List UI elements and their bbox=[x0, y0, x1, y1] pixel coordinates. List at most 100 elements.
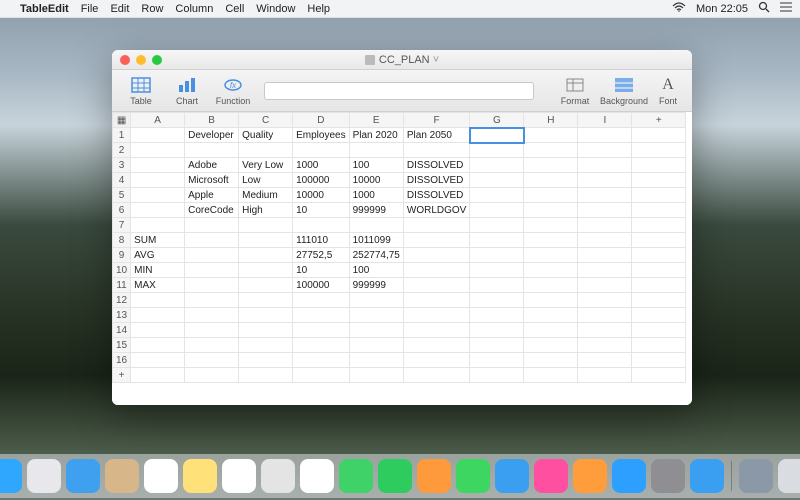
cell-C1[interactable]: Quality bbox=[239, 128, 293, 143]
cell-F15[interactable] bbox=[403, 338, 469, 353]
dock-downloads[interactable] bbox=[739, 459, 773, 493]
row-header-15[interactable]: 15 bbox=[113, 338, 131, 353]
cell-I16[interactable] bbox=[578, 353, 632, 368]
cell-D3[interactable]: 1000 bbox=[293, 158, 349, 173]
col-header-G[interactable]: G bbox=[470, 113, 524, 128]
cell-D8[interactable]: 111010 bbox=[293, 233, 349, 248]
cell-G16[interactable] bbox=[470, 353, 524, 368]
cell-H10[interactable] bbox=[524, 263, 578, 278]
cell-extra[interactable] bbox=[632, 173, 686, 188]
cell-E4[interactable]: 10000 bbox=[349, 173, 403, 188]
row-header-14[interactable]: 14 bbox=[113, 323, 131, 338]
cell-G5[interactable] bbox=[470, 188, 524, 203]
cell-C12[interactable] bbox=[239, 293, 293, 308]
cell-E10[interactable]: 100 bbox=[349, 263, 403, 278]
dock-reminders[interactable] bbox=[222, 459, 256, 493]
cell-H7[interactable] bbox=[524, 218, 578, 233]
cell-A3[interactable] bbox=[131, 158, 185, 173]
dock-contacts[interactable] bbox=[105, 459, 139, 493]
cell-B4[interactable]: Microsoft bbox=[185, 173, 239, 188]
cell-E12[interactable] bbox=[349, 293, 403, 308]
menu-edit[interactable]: Edit bbox=[110, 3, 129, 15]
cell-A16[interactable] bbox=[131, 353, 185, 368]
row-header-11[interactable]: 11 bbox=[113, 278, 131, 293]
dock-keynote[interactable] bbox=[495, 459, 529, 493]
cell-G13[interactable] bbox=[470, 308, 524, 323]
cell-E16[interactable] bbox=[349, 353, 403, 368]
cell-G14[interactable] bbox=[470, 323, 524, 338]
cell-B14[interactable] bbox=[185, 323, 239, 338]
cell-B7[interactable] bbox=[185, 218, 239, 233]
cell-E2[interactable] bbox=[349, 143, 403, 158]
cell-G4[interactable] bbox=[470, 173, 524, 188]
cell-G6[interactable] bbox=[470, 203, 524, 218]
dock-notes[interactable] bbox=[183, 459, 217, 493]
cell-extra[interactable] bbox=[632, 263, 686, 278]
dock-appstore[interactable] bbox=[612, 459, 646, 493]
cell-I13[interactable] bbox=[578, 308, 632, 323]
dock-photos[interactable] bbox=[300, 459, 334, 493]
row-header-1[interactable]: 1 bbox=[113, 128, 131, 143]
spreadsheet-area[interactable]: ▦ABCDEFGHI+1DeveloperQualityEmployeesPla… bbox=[112, 112, 692, 405]
cell-G9[interactable] bbox=[470, 248, 524, 263]
dock-ibooks[interactable] bbox=[573, 459, 607, 493]
cell-extra[interactable] bbox=[632, 293, 686, 308]
cell-C7[interactable] bbox=[239, 218, 293, 233]
cell-E5[interactable]: 1000 bbox=[349, 188, 403, 203]
dock-numbers[interactable] bbox=[456, 459, 490, 493]
cell-I3[interactable] bbox=[578, 158, 632, 173]
cell-extra[interactable] bbox=[632, 233, 686, 248]
dock-trash[interactable] bbox=[778, 459, 800, 493]
cell-F11[interactable] bbox=[403, 278, 469, 293]
cell-A7[interactable] bbox=[131, 218, 185, 233]
cell-C9[interactable] bbox=[239, 248, 293, 263]
cell-G3[interactable] bbox=[470, 158, 524, 173]
cell-H14[interactable] bbox=[524, 323, 578, 338]
cell-C15[interactable] bbox=[239, 338, 293, 353]
menubar-clock[interactable]: Mon 22:05 bbox=[696, 3, 748, 15]
cell-E9[interactable]: 252774,75 bbox=[349, 248, 403, 263]
cell-C4[interactable]: Low bbox=[239, 173, 293, 188]
font-button[interactable]: A Font bbox=[652, 75, 684, 106]
cell-A6[interactable] bbox=[131, 203, 185, 218]
cell-I9[interactable] bbox=[578, 248, 632, 263]
cell-A9[interactable]: AVG bbox=[131, 248, 185, 263]
cell-D10[interactable]: 10 bbox=[293, 263, 349, 278]
cell-extra[interactable] bbox=[632, 278, 686, 293]
wifi-icon[interactable] bbox=[672, 2, 686, 15]
cell-I8[interactable] bbox=[578, 233, 632, 248]
row-header-3[interactable]: 3 bbox=[113, 158, 131, 173]
cell-A14[interactable] bbox=[131, 323, 185, 338]
cell-I6[interactable] bbox=[578, 203, 632, 218]
cell-I12[interactable] bbox=[578, 293, 632, 308]
cell-I15[interactable] bbox=[578, 338, 632, 353]
cell-D13[interactable] bbox=[293, 308, 349, 323]
format-button[interactable]: Format bbox=[554, 75, 596, 106]
row-header-10[interactable]: 10 bbox=[113, 263, 131, 278]
dock-mail[interactable] bbox=[66, 459, 100, 493]
cell-F12[interactable] bbox=[403, 293, 469, 308]
cell-B10[interactable] bbox=[185, 263, 239, 278]
dock-itunes[interactable] bbox=[534, 459, 568, 493]
cell-D2[interactable] bbox=[293, 143, 349, 158]
cell-G8[interactable] bbox=[470, 233, 524, 248]
row-header-8[interactable]: 8 bbox=[113, 233, 131, 248]
col-header-E[interactable]: E bbox=[349, 113, 403, 128]
cell-B8[interactable] bbox=[185, 233, 239, 248]
cell-A4[interactable] bbox=[131, 173, 185, 188]
row-header-4[interactable]: 4 bbox=[113, 173, 131, 188]
cell-C13[interactable] bbox=[239, 308, 293, 323]
cell-G7[interactable] bbox=[470, 218, 524, 233]
cell-E13[interactable] bbox=[349, 308, 403, 323]
cell-A13[interactable] bbox=[131, 308, 185, 323]
function-button[interactable]: fx Function bbox=[212, 75, 254, 106]
cell-I2[interactable] bbox=[578, 143, 632, 158]
cell-C10[interactable] bbox=[239, 263, 293, 278]
cell-B1[interactable]: Developer bbox=[185, 128, 239, 143]
cell-D9[interactable]: 27752,5 bbox=[293, 248, 349, 263]
cell-extra[interactable] bbox=[632, 203, 686, 218]
dock-messages[interactable] bbox=[339, 459, 373, 493]
col-header-C[interactable]: C bbox=[239, 113, 293, 128]
col-header-D[interactable]: D bbox=[293, 113, 349, 128]
cell-extra[interactable] bbox=[632, 353, 686, 368]
